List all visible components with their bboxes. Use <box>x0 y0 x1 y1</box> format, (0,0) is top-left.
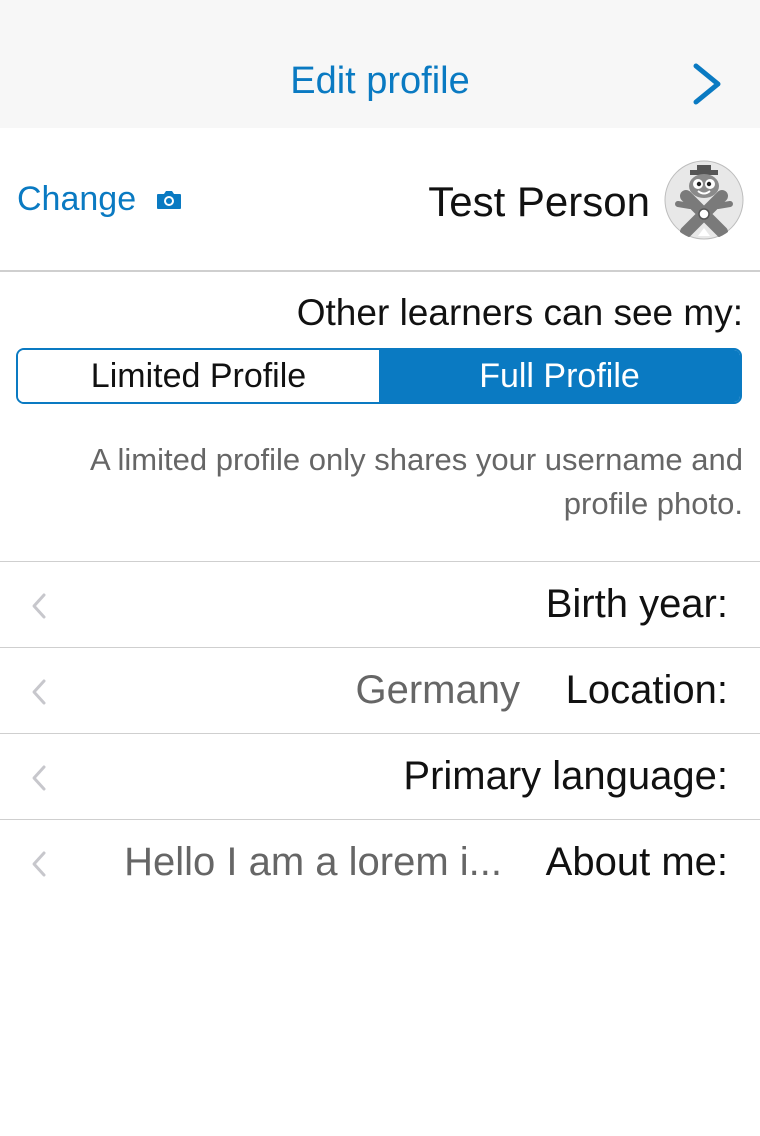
chevron-right-icon[interactable] <box>690 62 724 106</box>
chevron-left-icon <box>32 593 46 619</box>
birth-year-label: Birth year: <box>545 582 728 626</box>
profile-header: Change Test Person <box>0 128 760 272</box>
about-me-row[interactable]: Hello I am a lorem i... About me: <box>0 819 760 906</box>
change-photo-button[interactable]: Change <box>17 180 182 219</box>
profile-name: Test Person <box>428 178 650 225</box>
profile-visibility-control: Limited Profile Full Profile <box>16 348 742 404</box>
primary-language-label: Primary language: <box>403 754 728 798</box>
limited-profile-segment[interactable]: Limited Profile <box>18 350 379 402</box>
avatar <box>664 160 744 240</box>
camera-icon <box>157 190 182 209</box>
full-profile-segment[interactable]: Full Profile <box>379 350 740 402</box>
location-row[interactable]: Germany Location: <box>0 647 760 734</box>
location-value: Germany <box>355 668 521 712</box>
visibility-label: Other learners can see my: <box>296 292 743 333</box>
chevron-left-icon <box>32 679 46 705</box>
location-label: Location: <box>565 668 728 712</box>
chevron-left-icon <box>32 765 46 791</box>
about-me-label: About me: <box>545 840 728 884</box>
birth-year-row[interactable]: Birth year: <box>0 561 760 648</box>
change-photo-label: Change <box>17 180 137 218</box>
mascot-avatar <box>664 160 744 240</box>
visibility-description: A limited profile only shares your usern… <box>89 442 743 521</box>
navigation-bar: Edit profile <box>0 0 760 128</box>
primary-language-row[interactable]: Primary language: <box>0 733 760 820</box>
about-me-value: Hello I am a lorem i... <box>124 840 502 884</box>
chevron-left-icon <box>32 851 46 877</box>
nav-title: Edit profile <box>290 60 470 102</box>
